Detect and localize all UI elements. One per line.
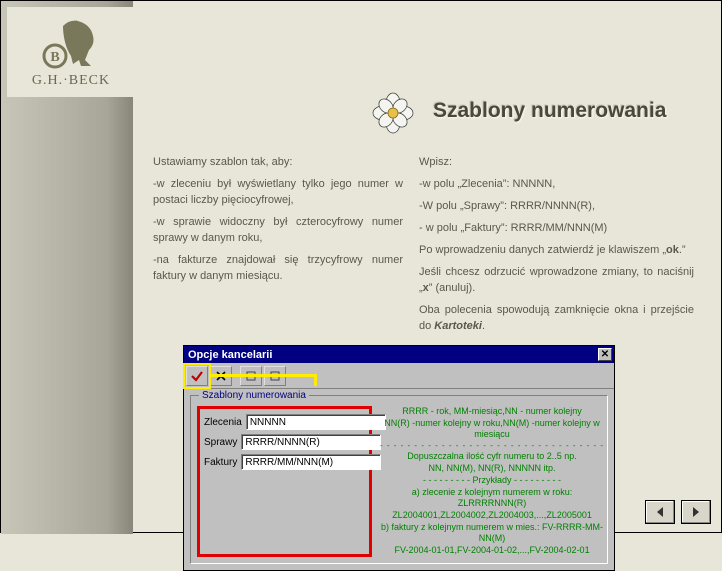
dialog-titlebar[interactable]: Opcje kancelarii ✕ [184,346,614,363]
arrow-right-icon [689,505,703,519]
info-line-7: ZL2004001,ZL2004002,ZL2004003,...,ZL2005… [380,510,604,522]
info-line-1: RRRR - rok, MM-miesiąc,NN - numer kolejn… [380,406,604,418]
right-p4: Po wprowadzeniu danych zatwierdź je klaw… [419,243,694,259]
right-p6: Oba polecenia spowodują zamknięcie okna … [419,303,694,335]
right-p1: -w polu „Zlecenia”: NNNNN, [419,177,694,193]
input-zlecenia[interactable] [246,414,386,430]
info-line-3: Dopuszczalna ilość cyfr numeru to 2..5 n… [380,451,604,463]
templates-groupbox: Szablony numerowania Zlecenia Sprawy Fak… [190,395,608,564]
field-row-sprawy: Sprawy [204,434,363,450]
info-line-9: FV-2004-01-01,FV-2004-01-02,...,FV-2004-… [380,545,604,557]
next-slide-button[interactable] [681,500,711,524]
arrow-left-icon [653,505,667,519]
ok-button[interactable] [186,366,208,386]
prev-slide-button[interactable] [645,500,675,524]
griffin-icon: B [41,16,101,71]
highlight-pointer [211,374,317,386]
left-p3: -na fakturze znajdował się trzycyfrowy n… [153,253,403,285]
info-line-6: a) zlecenie z kolejnym numerem w roku: Z… [380,487,604,510]
dialog-close-button[interactable]: ✕ [598,348,612,361]
left-intro: Ustawiamy szablon tak, aby: [153,155,403,171]
info-line-4: NN, NN(M), NN(R), NNNNN itp. [380,463,604,475]
info-panel: RRRR - rok, MM-miesiąc,NN - numer kolejn… [378,406,606,557]
info-line-8: b) faktury z kolejnym numerem w mies.: F… [380,522,604,545]
info-line-2: NN(R) -numer kolejny w roku,NN(M) -numer… [380,418,604,441]
right-p3: - w polu „Faktury”: RRRR/MM/NNN(M) [419,221,694,237]
check-icon [190,369,204,383]
fields-highlight-frame: Zlecenia Sprawy Faktury [197,406,372,557]
body-right-column: Wpisz: -w polu „Zlecenia”: NNNNN, -W pol… [419,155,694,340]
field-row-zlecenia: Zlecenia [204,414,363,430]
input-sprawy[interactable] [241,434,381,450]
body-left-column: Ustawiamy szablon tak, aby: -w zleceniu … [153,155,403,291]
right-intro: Wpisz: [419,155,694,171]
label-sprawy: Sprawy [204,437,237,448]
left-p2: -w sprawie widoczny był czterocyfrowy nu… [153,215,403,247]
slide-nav [645,500,711,524]
groupbox-label: Szablony numerowania [199,390,309,401]
brand-logo: B G.H.·BECK [7,7,135,97]
field-row-faktury: Faktury [204,454,363,470]
label-zlecenia: Zlecenia [204,417,242,428]
info-line-5: - - - - - - - - - Przykłady - - - - - - … [380,475,604,487]
options-dialog: Opcje kancelarii ✕ [183,345,615,571]
page-title: Szablony numerowania [433,99,666,123]
dialog-title: Opcje kancelarii [188,349,272,361]
right-p2: -W polu „Sprawy”: RRRR/NNNN(R), [419,199,694,215]
input-faktury[interactable] [241,454,381,470]
rosette-icon [371,91,415,135]
left-p1: -w zleceniu był wyświetlany tylko jego n… [153,177,403,209]
label-faktury: Faktury [204,457,237,468]
right-p5: Jeśli chcesz odrzucić wprowadzone zmiany… [419,265,694,297]
svg-text:B: B [50,50,59,65]
dialog-toolbar [184,363,614,389]
info-divider: - - - - - - - - - - - - - - - - - - - - … [380,441,604,451]
close-icon: ✕ [601,350,609,360]
brand-name: G.H.·BECK [32,73,110,89]
